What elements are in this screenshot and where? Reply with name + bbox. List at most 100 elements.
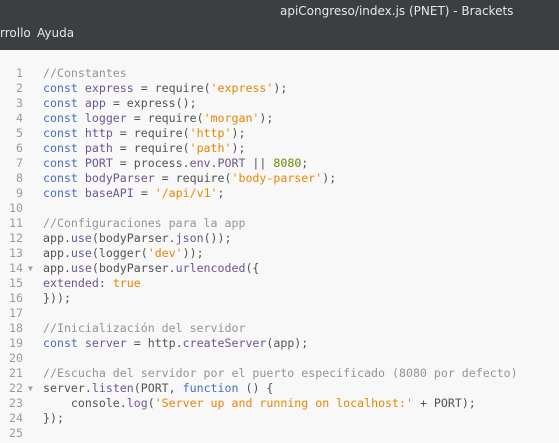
code-line[interactable]: 23 console.log('Server up and running on… <box>0 396 559 411</box>
code-text: extended: true <box>43 276 141 291</box>
code-token: (bodyParser. <box>91 231 176 245</box>
code-token: 'body-parser' <box>231 171 323 185</box>
line-number: 12 <box>9 231 23 245</box>
line-number: 14 <box>9 261 23 275</box>
code-token: express <box>84 81 134 95</box>
code-token: (bodyParser. <box>91 261 176 275</box>
code-line[interactable]: 11 //Configuraciones para la app <box>0 216 559 231</box>
line-number: 1 <box>16 66 23 80</box>
code-token: 'express' <box>210 81 274 95</box>
code-line[interactable]: 3 const app = express(); <box>0 96 559 111</box>
code-line[interactable]: 24}); <box>0 411 559 426</box>
code-line[interactable]: 25 <box>0 426 559 441</box>
code-line[interactable]: 9 const baseAPI = '/api/v1'; <box>0 186 559 201</box>
code-token: use <box>70 261 92 275</box>
line-number: 21 <box>9 366 23 380</box>
code-line[interactable]: 22 ▼ server.listen(PORT, function () { <box>0 381 559 396</box>
code-token: = http. <box>126 336 183 350</box>
code-token: ({ <box>245 261 260 275</box>
code-token: //Constantes <box>43 66 127 80</box>
code-line[interactable]: 21 //Escucha del servidor por el puerto e… <box>0 366 559 381</box>
code-token: json <box>175 231 204 245</box>
line-number: 9 <box>16 186 23 200</box>
code-text: const PORT = process.env.PORT || 8080; <box>43 156 308 171</box>
code-text: app.use(bodyParser.json()); <box>43 231 231 246</box>
code-token: = require( <box>133 81 211 95</box>
code-line[interactable]: 13 app.use(logger('dev')); <box>0 246 559 261</box>
code-text: app.use(bodyParser.urlencoded({ <box>43 261 259 276</box>
code-token: ); <box>231 141 246 155</box>
code-line[interactable]: 18 //Inicialización del servidor <box>0 321 559 336</box>
code-token: true <box>112 276 141 290</box>
line-number: 22 <box>9 381 23 395</box>
line-number: 2 <box>16 81 23 95</box>
code-text: const logger = require('morgan'); <box>43 111 273 126</box>
code-token: })); <box>43 291 71 305</box>
code-line[interactable]: 14 ▼ app.use(bodyParser.urlencoded({ <box>0 261 559 276</box>
code-line[interactable]: 15 extended: true <box>0 276 559 291</box>
code-token: log <box>126 396 148 410</box>
code-line[interactable]: 7 const PORT = process.env.PORT || 8080; <box>0 156 559 171</box>
code-token: . <box>210 156 218 170</box>
code-token: ); <box>322 171 337 185</box>
code-token: const <box>43 186 85 200</box>
code-token: = process. <box>112 156 190 170</box>
code-token: 'morgan' <box>203 111 260 125</box>
line-number: 3 <box>16 96 23 110</box>
code-token: createServer <box>182 336 267 350</box>
code-lines: 1//Constantes 2 const express = require('e… <box>0 66 559 441</box>
code-line[interactable]: 6 const path = require('path'); <box>0 141 559 156</box>
code-token: server <box>84 336 127 350</box>
code-line[interactable]: 17 <box>0 306 559 321</box>
code-token: http <box>84 126 113 140</box>
code-token: function <box>182 381 239 395</box>
line-number: 8 <box>16 171 23 185</box>
code-text: const path = require('path'); <box>43 141 245 156</box>
fold-arrow-icon[interactable]: ▼ <box>28 261 33 276</box>
code-line[interactable]: 19 const server = http.createServer(app); <box>0 336 559 351</box>
code-token: ); <box>231 126 246 140</box>
code-text: const baseAPI = '/api/v1'; <box>43 186 225 201</box>
menu-item-desarrollo[interactable]: rrollo <box>0 26 31 40</box>
code-token: baseAPI <box>84 186 134 200</box>
code-token: = require( <box>112 126 190 140</box>
fold-arrow-icon[interactable]: ▼ <box>28 381 33 396</box>
code-token: console. <box>43 396 127 410</box>
code-token: ); <box>259 111 274 125</box>
code-text: const server = http.createServer(app); <box>43 336 308 351</box>
code-token: '/api/v1' <box>154 186 218 200</box>
code-token: const <box>43 156 85 170</box>
code-token: () { <box>238 381 274 395</box>
code-line[interactable]: 4 const logger = require('morgan'); <box>0 111 559 126</box>
code-token: (app); <box>266 336 309 350</box>
code-token: //Escucha del servidor por el puerto esp… <box>43 366 518 380</box>
code-token: urlencoded <box>175 261 246 275</box>
code-token: const <box>43 81 85 95</box>
code-token: const <box>43 336 85 350</box>
code-token: 8080 <box>273 156 302 170</box>
line-number: 4 <box>16 111 23 125</box>
code-text: const app = express(); <box>43 96 197 111</box>
line-number: 19 <box>9 336 23 350</box>
code-editor[interactable]: 1//Constantes 2 const express = require('e… <box>0 50 559 443</box>
code-token: ); <box>273 81 288 95</box>
code-line[interactable]: 5 const http = require('http'); <box>0 126 559 141</box>
code-token: = require( <box>154 171 232 185</box>
code-token: bodyParser <box>84 171 155 185</box>
code-line[interactable]: 8 const bodyParser = require('body-parser… <box>0 171 559 186</box>
code-line[interactable]: 1 //Constantes <box>0 66 559 81</box>
code-token: }); <box>43 411 64 425</box>
line-number: 16 <box>9 291 23 305</box>
code-text: //Inicialización del servidor <box>43 321 245 336</box>
code-line[interactable]: 20 <box>0 351 559 366</box>
line-number: 24 <box>9 411 23 425</box>
code-text: server.listen(PORT, function () { <box>43 381 273 396</box>
menu-item-ayuda[interactable]: Ayuda <box>37 26 74 40</box>
code-line[interactable]: 10 <box>0 201 559 216</box>
code-text: }); <box>43 411 64 426</box>
code-line[interactable]: 12 app.use(bodyParser.json()); <box>0 231 559 246</box>
code-line[interactable]: 2 const express = require('express'); <box>0 81 559 96</box>
code-text: //Escucha del servidor por el puerto esp… <box>43 366 518 381</box>
code-token: = require( <box>112 141 190 155</box>
code-line[interactable]: 16})); <box>0 291 559 306</box>
